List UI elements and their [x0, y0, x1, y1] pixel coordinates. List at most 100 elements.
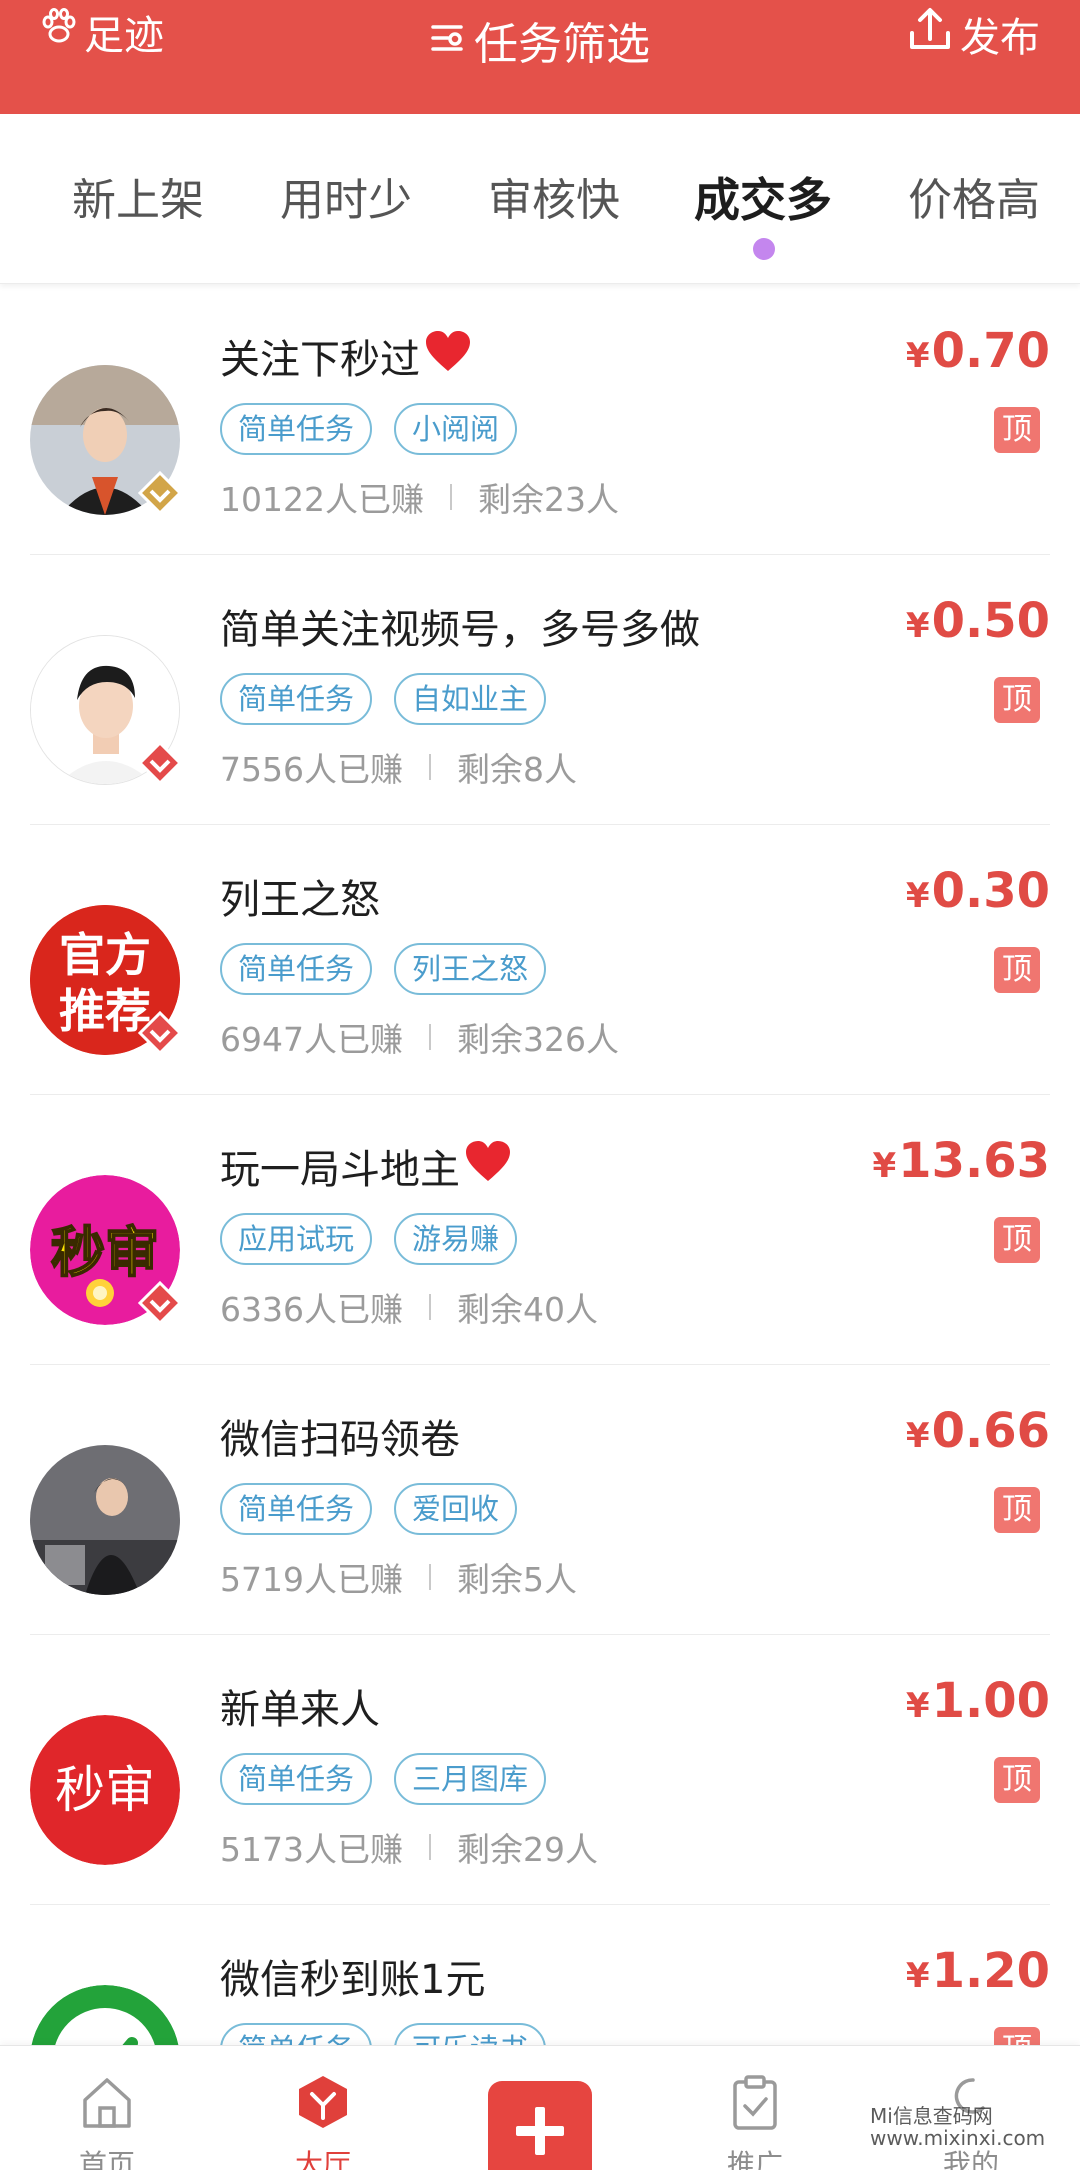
task-row[interactable]: 简单关注视频号，多号多做 简单任务 自如业主 7556人已赚 剩余8人 ¥0.5… [0, 555, 1080, 825]
verified-badge-icon [137, 740, 183, 786]
remaining-count: 剩余326人 [456, 1020, 619, 1059]
plus-icon [514, 2105, 566, 2161]
avatar [30, 1985, 180, 2045]
task-tag: 简单任务 [220, 1753, 373, 1805]
task-stats: 5173人已赚 剩余29人 [220, 1823, 598, 1871]
task-price: ¥13.63 [872, 1133, 1051, 1189]
verified-badge-icon [137, 470, 183, 516]
pinned-badge: 顶 [994, 677, 1040, 723]
task-row[interactable]: 微信秒到账1元 简单任务 可乐读书 ¥1.20 顶 [0, 1905, 1080, 2045]
task-row[interactable]: 秒审 新单来人 简单任务 三月图库 5173人已赚 剩余29人 ¥1.00 顶 [0, 1635, 1080, 1905]
upload-icon [908, 7, 952, 61]
task-tags: 简单任务 自如业主 [220, 673, 547, 725]
task-stats: 5719人已赚 剩余5人 [220, 1553, 577, 1601]
task-tag: 爱回收 [394, 1483, 518, 1535]
task-title: 关注下秒过 [220, 327, 472, 385]
task-title: 微信秒到账1元 [220, 1957, 486, 2003]
task-tag: 应用试玩 [220, 1213, 373, 1265]
nav-hall-label: 大厅 [294, 2148, 351, 2170]
task-tag: 简单任务 [220, 673, 373, 725]
heart-icon [464, 1139, 512, 1193]
earned-count: 7556人已赚 [220, 750, 403, 789]
remaining-count: 剩余5人 [456, 1560, 577, 1599]
home-icon [79, 2074, 135, 2137]
task-tag: 三月图库 [394, 1753, 547, 1805]
task-tag: 简单任务 [220, 403, 373, 455]
task-tags: 简单任务 小阅阅 [220, 403, 518, 455]
task-tags: 应用试玩 游易赚 [220, 1213, 518, 1265]
task-title: 新单来人 [220, 1687, 380, 1733]
task-tag: 游易赚 [394, 1213, 518, 1265]
divider [428, 1834, 431, 1860]
task-price: ¥0.50 [905, 593, 1050, 649]
task-stats: 6336人已赚 剩余40人 [220, 1283, 598, 1331]
divider [449, 484, 452, 510]
nav-promote-label: 推广 [726, 2148, 783, 2170]
task-row[interactable]: 关注下秒过 简单任务 小阅阅 10122人已赚 剩余23人 ¥0.70 顶 [0, 285, 1080, 555]
nav-home[interactable]: 首页 [52, 2074, 162, 2170]
pinned-badge: 顶 [994, 947, 1040, 993]
hall-icon [295, 2074, 351, 2137]
earned-count: 5173人已赚 [220, 1830, 403, 1869]
task-row[interactable]: 微信扫码领卷 简单任务 爱回收 5719人已赚 剩余5人 ¥0.66 顶 [0, 1365, 1080, 1635]
task-price: ¥0.30 [905, 863, 1050, 919]
filter-icon [430, 15, 464, 66]
task-tags: 简单任务 可乐读书 [220, 2023, 547, 2045]
remaining-count: 剩余29人 [456, 1830, 598, 1869]
earned-count: 10122人已赚 [220, 480, 424, 519]
divider [428, 1564, 431, 1590]
page-title: 任务筛选 [474, 19, 650, 70]
task-title: 列王之怒 [220, 877, 380, 923]
watermark: Mi信息查码网 www.mixinxi.com [870, 2105, 1045, 2149]
nav-promote[interactable]: 推广 [700, 2074, 810, 2170]
task-stats: 10122人已赚 剩余23人 [220, 473, 619, 521]
active-tab-indicator [753, 238, 775, 260]
tab-newest[interactable]: 新上架 [72, 164, 204, 228]
avatar-text: 秒审 [55, 1761, 155, 1819]
remaining-count: 剩余8人 [456, 750, 577, 789]
top-bar: 足迹 任务筛选 发布 [0, 0, 1080, 114]
avatar [30, 1445, 180, 1595]
earned-count: 6947人已赚 [220, 1020, 403, 1059]
pinned-badge: 顶 [994, 1487, 1040, 1533]
task-title: 玩一局斗地主 [220, 1137, 512, 1195]
divider [428, 1024, 431, 1050]
publish-plus-button[interactable] [488, 2081, 592, 2170]
avatar: 秒审 [30, 1715, 180, 1865]
pinned-badge: 顶 [994, 1757, 1040, 1803]
task-tag: 简单任务 [220, 2023, 373, 2045]
divider [428, 754, 431, 780]
tab-highest-price[interactable]: 价格高 [908, 164, 1040, 228]
task-tag: 简单任务 [220, 1483, 373, 1535]
clipboard-icon [727, 2074, 783, 2137]
task-stats: 6947人已赚 剩余326人 [220, 1013, 619, 1061]
task-tags: 简单任务 列王之怒 [220, 943, 547, 995]
pinned-badge: 顶 [994, 407, 1040, 453]
watermark-line2: www.mixinxi.com [870, 2126, 1046, 2150]
remaining-count: 剩余23人 [477, 480, 619, 519]
avatar-text: 秒审 [51, 1221, 159, 1284]
watermark-line1: Mi信息查码网 [870, 2104, 993, 2128]
task-row[interactable]: 秒审 玩一局斗地主 应用试玩 游易赚 6336人已赚 剩余40人 ¥13.63 … [0, 1095, 1080, 1365]
nav-home-label: 首页 [78, 2148, 135, 2170]
publish-label: 发布 [960, 15, 1040, 61]
task-tag: 自如业主 [394, 673, 547, 725]
divider [428, 1294, 431, 1320]
task-price: ¥0.70 [905, 323, 1050, 379]
task-tag: 列王之怒 [394, 943, 547, 995]
earned-count: 5719人已赚 [220, 1560, 403, 1599]
heart-icon [424, 329, 472, 383]
task-price: ¥1.00 [905, 1673, 1050, 1729]
task-tag: 小阅阅 [394, 403, 518, 455]
task-title: 简单关注视频号，多号多做 [220, 607, 700, 653]
task-tags: 简单任务 三月图库 [220, 1753, 547, 1805]
pinned-badge: 顶 [994, 2027, 1040, 2045]
tab-fast-review[interactable]: 审核快 [488, 164, 620, 228]
task-row[interactable]: 官方 推荐 列王之怒 简单任务 列王之怒 6947人已赚 剩余326人 ¥0.3… [0, 825, 1080, 1095]
sort-tabs: 新上架 用时少 审核快 成交多 价格高 [0, 114, 1080, 284]
publish-button[interactable]: 发布 [908, 6, 1040, 62]
tab-most-deals[interactable]: 成交多 [694, 164, 832, 230]
nav-hall[interactable]: 大厅 [268, 2074, 378, 2170]
tab-least-time[interactable]: 用时少 [280, 164, 412, 228]
task-tag: 可乐读书 [394, 2023, 547, 2045]
